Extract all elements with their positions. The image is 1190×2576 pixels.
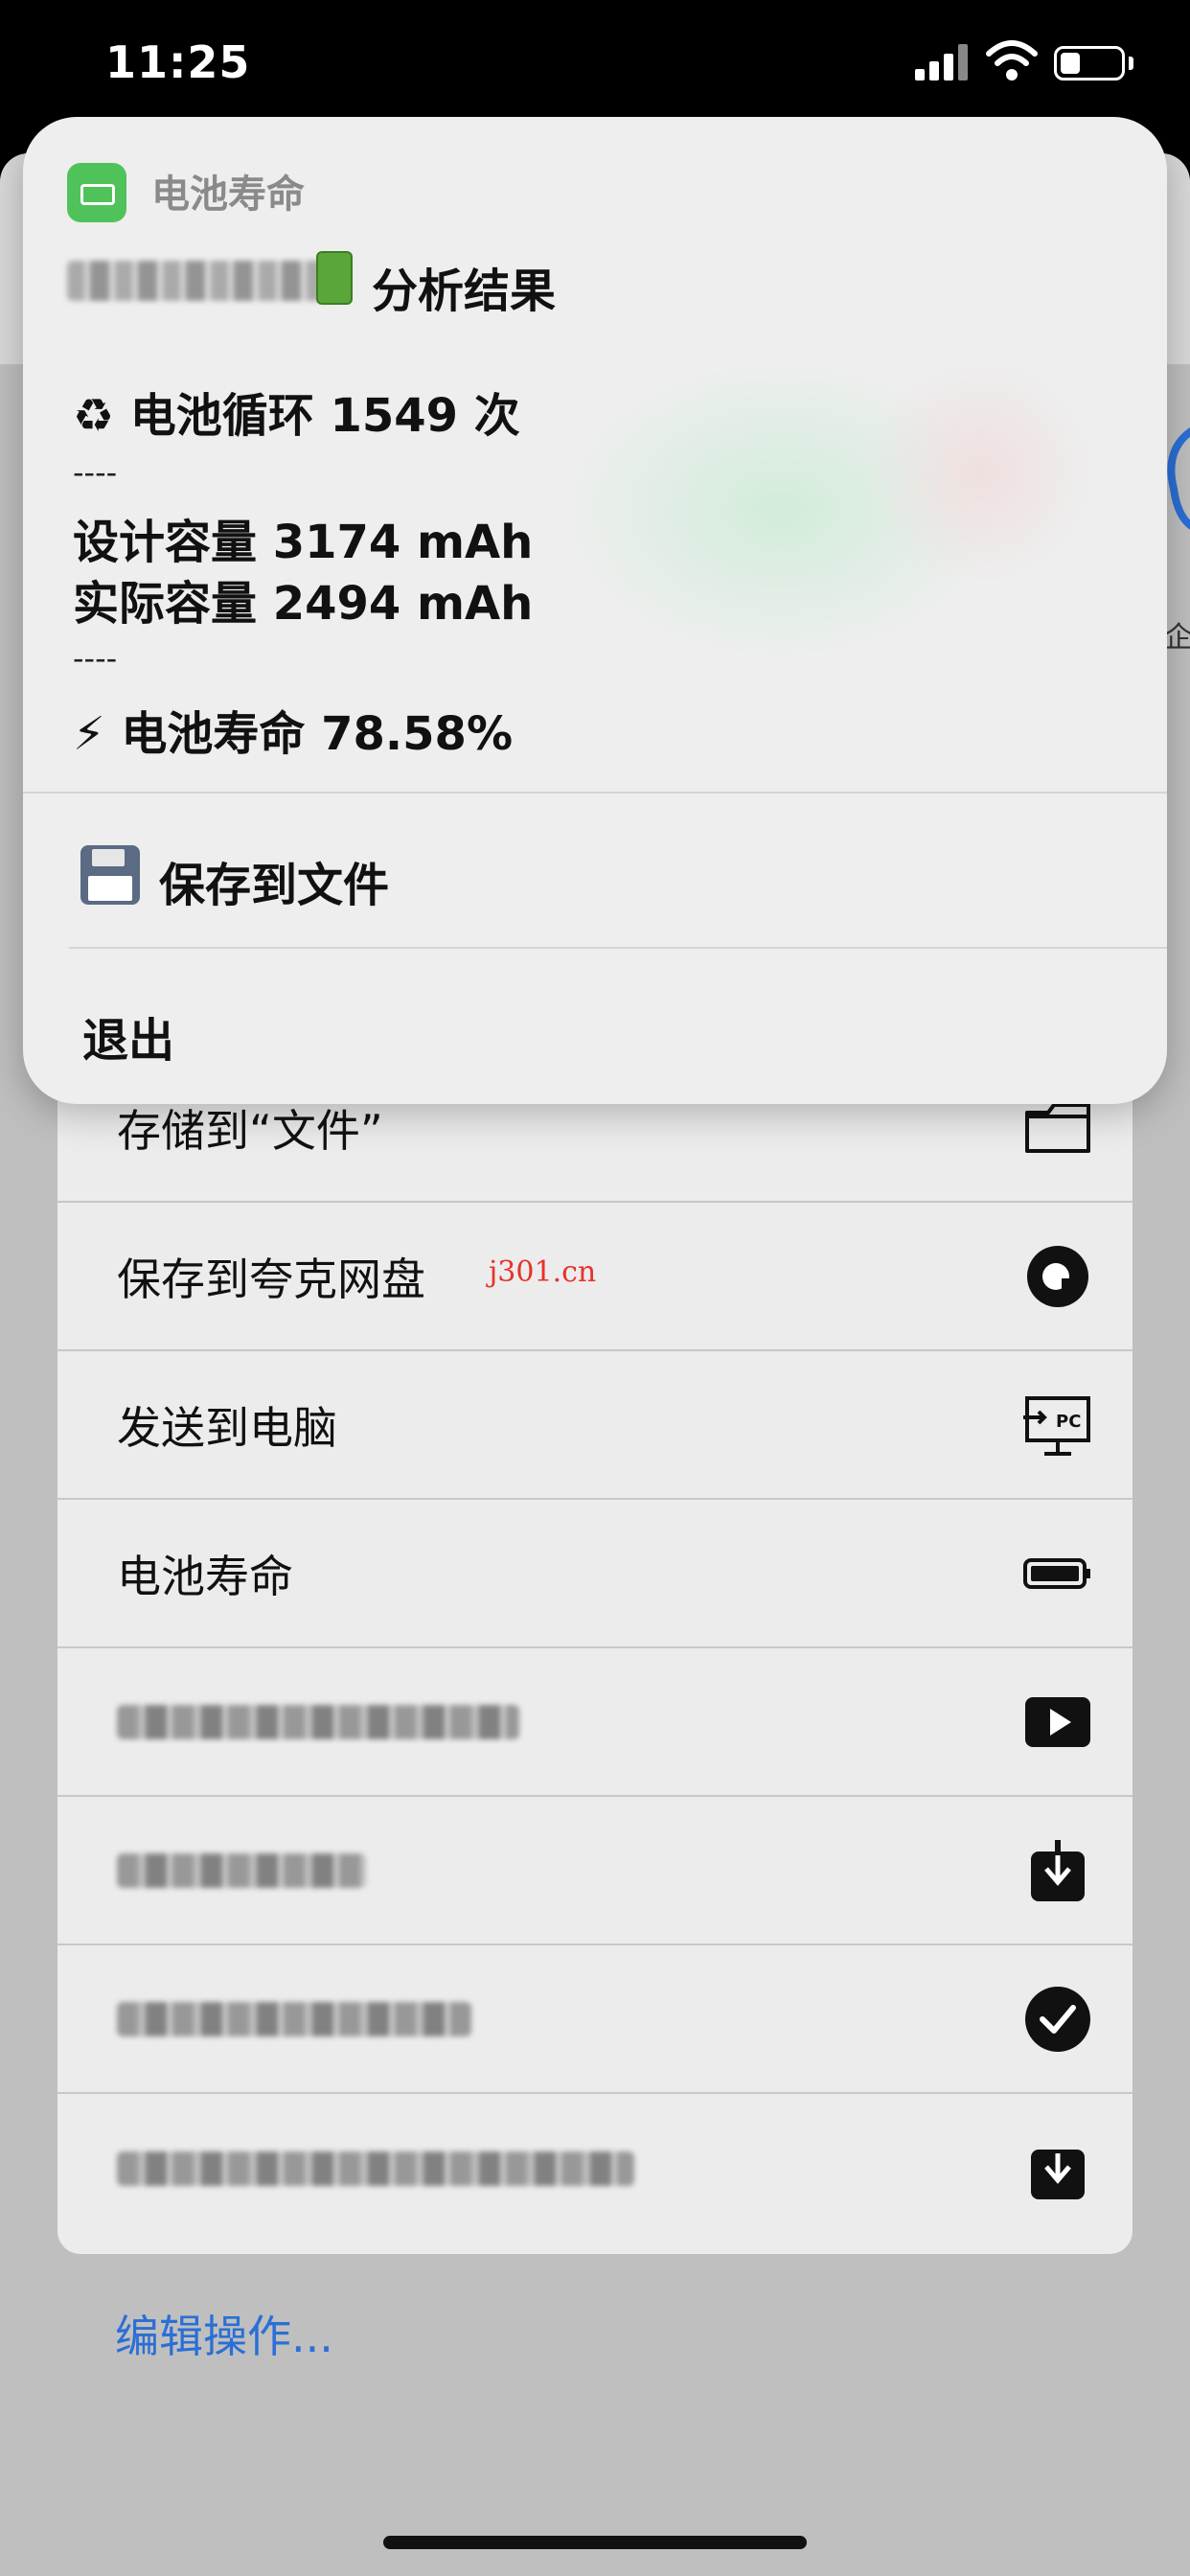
app-name: 电池寿命 [151, 172, 305, 217]
action-battery-life[interactable]: 电池寿命 [57, 1500, 1133, 1648]
result-title: 分析结果 [372, 264, 557, 318]
separator: ---- [73, 640, 118, 677]
home-indicator[interactable] [383, 2536, 807, 2549]
blurred-label [117, 1704, 519, 1739]
actual-capacity: 实际容量 2494 mAh [73, 577, 534, 631]
battery-health: ⚡ 电池寿命 78.58% [73, 707, 514, 761]
action-blurred-download-1[interactable] [57, 1797, 1133, 1945]
divider [69, 947, 1167, 949]
floppy-disk-icon [80, 845, 140, 905]
watermark: j301.cn [489, 1255, 597, 1289]
partial-app-label: 企 [1164, 621, 1190, 655]
battery-cycles: ♻ 电池循环 1549 次 [73, 389, 520, 443]
checkmark-icon [1025, 1986, 1090, 2052]
clock: 11:25 [105, 36, 251, 88]
action-label: 存储到“文件” [117, 1104, 383, 1157]
action-label: 电池寿命 [117, 1550, 293, 1602]
battery-app-icon [67, 163, 126, 222]
cellular-signal-icon [915, 44, 969, 80]
download-icon [1031, 1839, 1085, 1901]
svg-text:PC: PC [1056, 1412, 1081, 1432]
blurred-device-name [67, 261, 335, 301]
battery-icon [1023, 1557, 1090, 1589]
action-blurred-check[interactable] [57, 1945, 1133, 2094]
battery-tip [1129, 57, 1133, 70]
card-glow-secondary [866, 356, 1096, 586]
pc-icon: PC [1023, 1395, 1090, 1456]
shortcut-result-card: 电池寿命 分析结果 ♻ 电池循环 1549 次 ---- 设计容量 3174 m… [23, 117, 1167, 1104]
blurred-label [117, 1852, 366, 1888]
design-capacity: 设计容量 3174 mAh [73, 516, 534, 569]
save-to-file-button[interactable]: 保存到文件 [159, 847, 389, 914]
exit-button[interactable]: 退出 [82, 1002, 174, 1070]
edit-actions-link[interactable]: 编辑操作... [115, 2302, 333, 2365]
status-bar: 11:25 [0, 0, 1190, 125]
action-list: 存储到“文件” 保存到夸克网盘 发送到电脑 PC 电池寿命 [57, 1054, 1133, 2254]
action-blurred-video[interactable] [57, 1648, 1133, 1797]
action-label: 保存到夸克网盘 [117, 1253, 425, 1305]
blurred-label [117, 2150, 634, 2186]
battery-status-icon [1054, 46, 1125, 80]
battery-can-icon [316, 251, 353, 305]
wifi-icon [986, 40, 1038, 80]
action-label: 发送到电脑 [117, 1401, 337, 1454]
action-blurred-download-2[interactable] [57, 2094, 1133, 2242]
play-icon [1025, 1696, 1090, 1747]
separator: ---- [73, 454, 118, 491]
blurred-label [117, 2001, 471, 2036]
download-icon [1031, 2149, 1085, 2199]
action-send-to-pc[interactable]: 发送到电脑 PC [57, 1351, 1133, 1500]
quark-icon [1027, 1245, 1088, 1307]
divider [23, 792, 1167, 794]
